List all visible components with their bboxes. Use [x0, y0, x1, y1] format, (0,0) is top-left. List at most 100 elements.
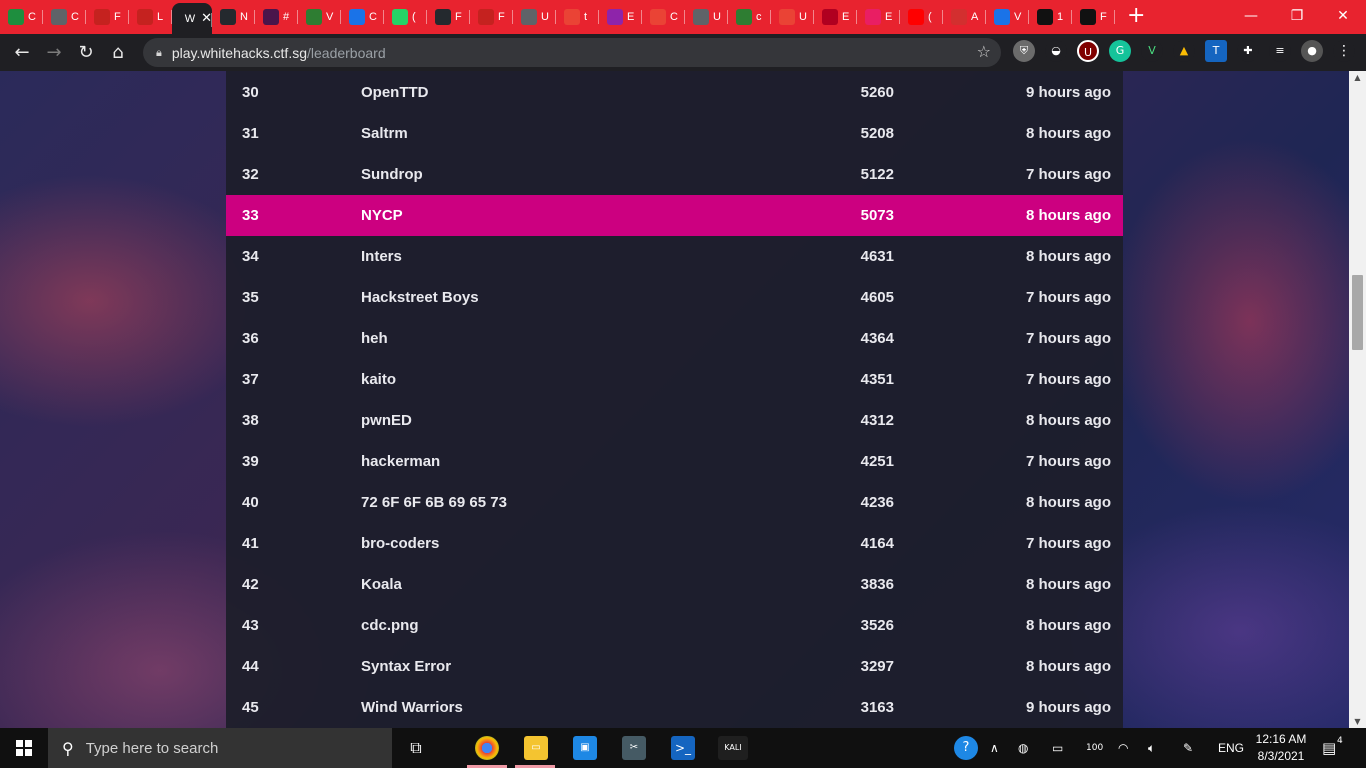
profile-avatar[interactable]: ● [1301, 40, 1323, 62]
forward-arrow-icon[interactable]: → [38, 42, 70, 63]
browser-tab[interactable]: E [599, 0, 642, 34]
clock-time: 12:16 AM [1255, 732, 1307, 746]
start-button[interactable] [0, 728, 48, 768]
help-icon[interactable]: ? [954, 736, 978, 760]
tab-title: C [71, 11, 79, 23]
bookmark-star-icon[interactable]: ☆ [977, 42, 991, 61]
table-row: 31 Saltrm 5208 8 hours ago [226, 113, 1123, 154]
kali-icon[interactable]: KALI [718, 736, 748, 760]
browser-tab[interactable]: t [556, 0, 599, 34]
translate-extension-icon[interactable]: T [1205, 40, 1227, 62]
tab-title: V [326, 11, 334, 23]
restore-button[interactable]: ❐ [1274, 0, 1320, 34]
team-name-cell[interactable]: Syntax Error [361, 658, 451, 675]
team-name-cell[interactable]: Hackstreet Boys [361, 289, 479, 306]
extensions-puzzle-icon[interactable]: ✚ [1237, 40, 1259, 62]
shield-extension-icon[interactable]: ⛨ [1013, 40, 1035, 62]
task-view-icon[interactable]: ⧉ [404, 736, 428, 760]
team-name-cell[interactable]: Wind Warriors [361, 699, 463, 716]
browser-tab[interactable]: V [298, 0, 341, 34]
tab-title: F [455, 11, 462, 23]
wifi-icon[interactable]: ◠ [1118, 728, 1128, 768]
show-hidden-icons-chevron-icon[interactable]: ∧ [990, 728, 999, 768]
new-tab-button[interactable]: + [1127, 0, 1145, 34]
close-tab-icon[interactable]: ✕ [201, 11, 212, 26]
team-name-cell[interactable]: Koala [361, 576, 402, 593]
browser-menu-icon[interactable]: ⋮ [1333, 40, 1355, 62]
notification-center-icon[interactable]: ▤ [1322, 728, 1336, 768]
leaderboard-table: 30 OpenTTD 5260 9 hours ago 31 Saltrm 5208 8 ho… [226, 71, 1123, 728]
team-name-cell[interactable]: heh [361, 330, 388, 347]
powershell-icon[interactable]: >_ [671, 736, 695, 760]
page-background: 30 OpenTTD 5260 9 hours ago 31 Saltrm 5208 8 ho… [0, 71, 1349, 728]
browser-tab[interactable]: F [470, 0, 513, 34]
team-name-cell[interactable]: cdc.png [361, 617, 419, 634]
browser-tab[interactable]: A [943, 0, 986, 34]
language-indicator[interactable]: ENG [1218, 728, 1244, 768]
volume-icon[interactable]: 🔈︎ [1148, 728, 1155, 768]
media-queue-icon[interactable]: ≡ [1269, 40, 1291, 62]
browser-tab[interactable]: V [986, 0, 1029, 34]
browser-tab[interactable]: U [685, 0, 728, 34]
browser-tab[interactable]: F [1072, 0, 1115, 34]
browser-tab[interactable]: 1 [1029, 0, 1072, 34]
browser-tab[interactable]: C [341, 0, 384, 34]
home-icon[interactable]: ⌂ [102, 42, 134, 63]
minimize-button[interactable]: — [1228, 0, 1274, 34]
team-name-cell[interactable]: OpenTTD [361, 84, 429, 101]
team-name-cell[interactable]: pwnED [361, 412, 412, 429]
team-name-cell[interactable]: NYCP [361, 207, 403, 224]
ublock-origin-icon[interactable]: U [1077, 40, 1099, 62]
browser-tab[interactable]: C [642, 0, 685, 34]
browser-tab[interactable]: U [771, 0, 814, 34]
scrollbar-thumb[interactable] [1352, 275, 1363, 350]
browser-tab[interactable]: E [814, 0, 857, 34]
pen-icon[interactable]: ✎ [1183, 728, 1193, 768]
vue-devtools-icon[interactable]: V [1141, 40, 1163, 62]
steam-icon[interactable]: ◍ [1018, 728, 1028, 768]
team-name-cell[interactable]: Sundrop [361, 166, 423, 183]
battery-level-icon[interactable]: 100 [1086, 728, 1103, 768]
browser-tab[interactable]: W ✕ [172, 3, 212, 34]
reload-icon[interactable]: ↻ [70, 42, 102, 63]
scroll-up-arrow-icon[interactable]: ▲ [1349, 73, 1366, 82]
snipping-tool-icon[interactable]: ✂ [622, 736, 646, 760]
browser-tab[interactable]: C [0, 0, 43, 34]
team-name-cell[interactable]: bro-coders [361, 535, 439, 552]
google-drive-icon[interactable]: ▲ [1173, 40, 1195, 62]
team-name-cell[interactable]: kaito [361, 371, 396, 388]
close-window-button[interactable]: ✕ [1320, 0, 1366, 34]
team-name-cell[interactable]: Saltrm [361, 125, 408, 142]
team-name-cell[interactable]: 72 6F 6F 6B 69 65 73 [361, 494, 507, 511]
notification-count-badge: 4 [1337, 736, 1343, 746]
grammarly-icon[interactable]: G [1109, 40, 1131, 62]
team-name-cell[interactable]: hackerman [361, 453, 440, 470]
browser-tab[interactable]: F [427, 0, 470, 34]
address-bar[interactable]: 🔒︎ play.whitehacks.ctf.sg /leaderboard ☆ [143, 38, 1001, 67]
browser-tab[interactable]: C [43, 0, 86, 34]
browser-tab[interactable]: ( [900, 0, 943, 34]
team-name-cell[interactable]: Inters [361, 248, 402, 265]
tab-title: E [842, 11, 850, 23]
file-explorer-icon[interactable]: ▭ [524, 736, 548, 760]
chrome-icon[interactable] [475, 736, 499, 760]
back-arrow-icon[interactable]: ← [6, 42, 38, 63]
page-scrollbar[interactable]: ▲ ▼ [1349, 71, 1366, 728]
glasses-extension-icon[interactable]: ◒ [1045, 40, 1067, 62]
lock-icon[interactable]: 🔒︎ [156, 46, 162, 60]
browser-tab[interactable]: ( [384, 0, 427, 34]
browser-tab[interactable]: L [129, 0, 172, 34]
browser-tab[interactable]: F [86, 0, 129, 34]
battery-icon[interactable]: ▭ [1052, 728, 1063, 768]
browser-tab[interactable]: U [513, 0, 556, 34]
taskbar-search-box[interactable]: ⚲ Type here to search [48, 728, 392, 768]
browser-tab[interactable]: c [728, 0, 771, 34]
control-panel-icon[interactable]: ▣ [573, 736, 597, 760]
scroll-down-arrow-icon[interactable]: ▼ [1349, 717, 1366, 726]
browser-tab[interactable]: E [857, 0, 900, 34]
last-solve-time-cell: 8 hours ago [1025, 125, 1111, 142]
browser-tab[interactable]: N [212, 0, 255, 34]
last-solve-time-cell: 9 hours ago [1025, 84, 1111, 101]
browser-tab[interactable]: # [255, 0, 298, 34]
taskbar-clock[interactable]: 12:16 AM 8/3/2021 [1246, 731, 1316, 765]
